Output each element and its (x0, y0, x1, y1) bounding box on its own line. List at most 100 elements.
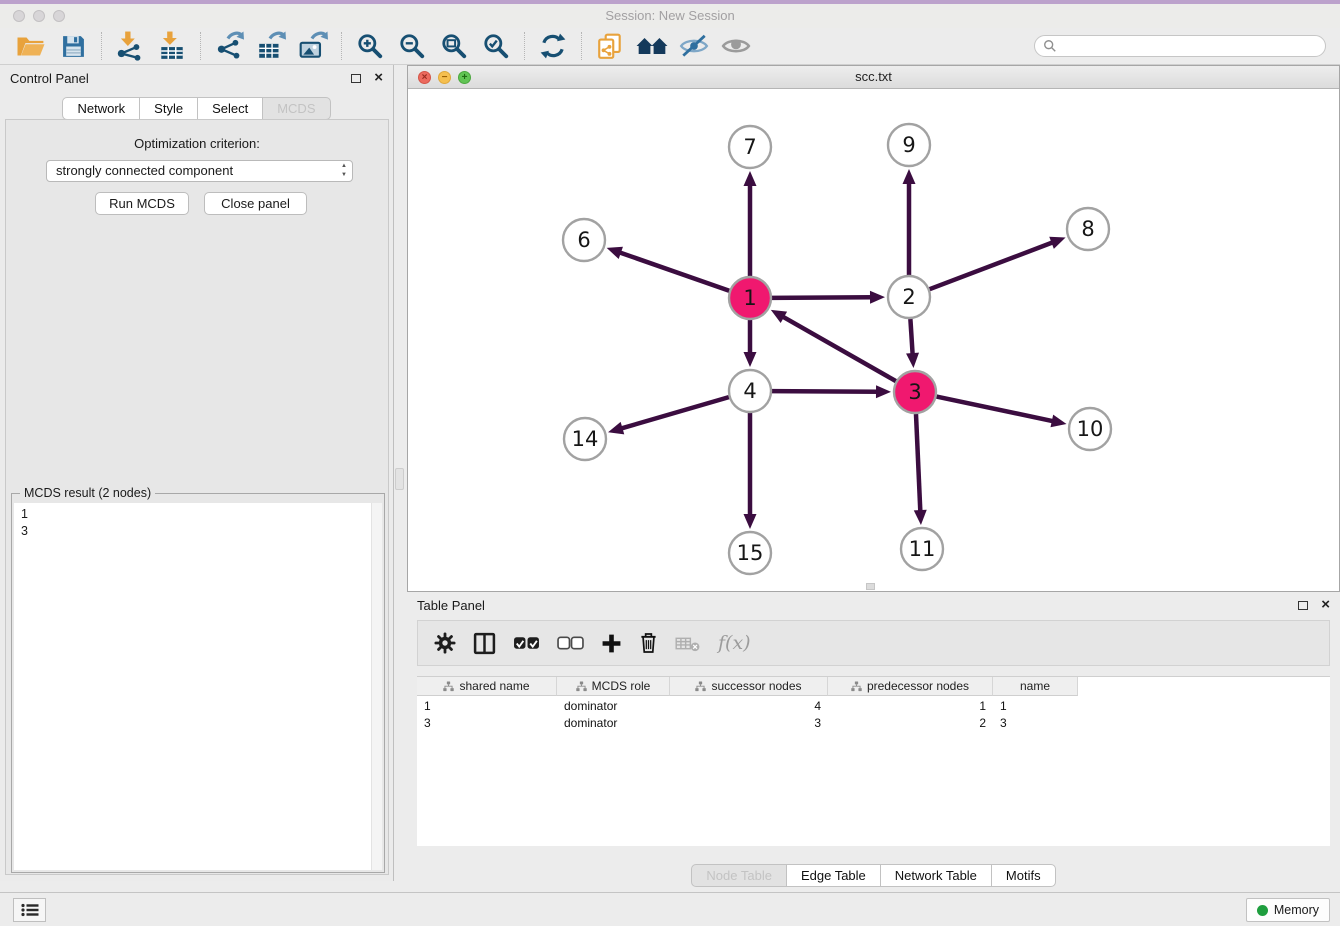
tab-edge-table[interactable]: Edge Table (786, 864, 881, 887)
table-panel-title: Table Panel (417, 598, 485, 613)
close-panel-icon[interactable]: × (374, 69, 383, 87)
edge-4-3[interactable] (772, 391, 879, 392)
import-network-icon[interactable] (109, 30, 151, 62)
cell[interactable]: 4 (670, 698, 828, 715)
edge-arrowhead-4-15 (744, 514, 757, 529)
export-table-icon[interactable] (250, 30, 292, 62)
add-column-plus-icon[interactable] (601, 628, 622, 658)
minimize-window-light[interactable] (33, 10, 45, 22)
node-label-15: 15 (737, 541, 764, 565)
edge-1-6[interactable] (618, 252, 729, 291)
delete-columns-trash-icon[interactable] (639, 628, 658, 658)
tab-style[interactable]: Style (139, 97, 198, 120)
import-table-icon[interactable] (151, 30, 193, 62)
table-row[interactable]: 3dominator323 (417, 715, 1078, 732)
close-panel-button[interactable]: Close panel (204, 192, 307, 215)
deselect-all-checkboxes-icon[interactable] (557, 628, 584, 658)
show-columns-icon[interactable] (473, 628, 496, 658)
column-tree-icon (695, 681, 706, 692)
zoom-fit-icon[interactable] (433, 30, 475, 62)
tab-network-table[interactable]: Network Table (880, 864, 992, 887)
refresh-view-icon[interactable] (532, 30, 574, 62)
zoom-out-icon[interactable] (391, 30, 433, 62)
zoom-in-icon[interactable] (349, 30, 391, 62)
maximize-view-light[interactable]: + (458, 71, 471, 84)
cell[interactable]: 3 (670, 715, 828, 732)
result-scrollbar[interactable] (371, 503, 382, 870)
open-session-folder-icon[interactable] (10, 30, 52, 62)
table-options-gear-icon[interactable] (434, 628, 456, 658)
mcds-tab-content: Optimization criterion: strongly connect… (5, 119, 389, 875)
network-canvas[interactable]: 7968124314101511 (408, 89, 1339, 591)
cell[interactable]: 3 (993, 715, 1078, 732)
table-panel: Table Panel × f(x) shared nameMCDS roles… (407, 592, 1340, 892)
cell[interactable]: 1 (417, 698, 557, 715)
tab-motifs[interactable]: Motifs (991, 864, 1056, 887)
memory-button[interactable]: Memory (1246, 898, 1330, 922)
show-all-networks-home-icon[interactable] (631, 30, 673, 62)
edge-3-10[interactable] (937, 397, 1055, 422)
mcds-result-textarea[interactable]: 1 3 (14, 503, 382, 870)
cell[interactable]: 1 (993, 698, 1078, 715)
column-header-predecessor-nodes[interactable]: predecessor nodes (828, 677, 993, 696)
edge-1-2[interactable] (772, 297, 873, 298)
view-splitter-grip[interactable] (866, 583, 875, 590)
cell[interactable]: dominator (557, 715, 670, 732)
select-all-checkboxes-icon[interactable] (513, 628, 540, 658)
save-session-icon[interactable] (52, 30, 94, 62)
open-in-cybrowser-icon[interactable] (589, 30, 631, 62)
task-history-button[interactable] (13, 898, 46, 922)
edge-2-8[interactable] (930, 242, 1055, 289)
edge-arrowhead-1-6 (607, 247, 623, 259)
table-header-row: shared nameMCDS rolesuccessor nodesprede… (417, 677, 1078, 696)
export-network-icon[interactable] (208, 30, 250, 62)
control-panel-tabs: NetworkStyleSelectMCDS (0, 97, 393, 120)
network-window-titlebar[interactable]: × − + scc.txt (408, 66, 1339, 89)
close-window-light[interactable] (13, 10, 25, 22)
node-label-2: 2 (902, 285, 915, 309)
edge-arrowhead-3-11 (914, 510, 927, 525)
edge-3-11[interactable] (916, 414, 920, 513)
edge-4-14[interactable] (620, 397, 729, 429)
tab-network[interactable]: Network (62, 97, 140, 120)
panel-splitter-grip[interactable] (395, 468, 404, 490)
cell[interactable]: 2 (828, 715, 993, 732)
column-header-shared-name[interactable]: shared name (417, 677, 557, 696)
show-hidden-eye-icon[interactable] (715, 30, 757, 62)
control-panel-title: Control Panel (10, 71, 89, 86)
maximize-window-light[interactable] (53, 10, 65, 22)
node-table[interactable]: shared nameMCDS rolesuccessor nodesprede… (417, 676, 1330, 846)
close-table-panel-icon[interactable]: × (1321, 596, 1330, 614)
mcds-result-title: MCDS result (2 nodes) (20, 486, 155, 500)
column-header-MCDS-role[interactable]: MCDS role (557, 677, 670, 696)
float-table-panel-icon[interactable] (1298, 601, 1308, 610)
column-header-successor-nodes[interactable]: successor nodes (670, 677, 828, 696)
toolbar-separator (200, 32, 201, 60)
edge-3-1[interactable] (781, 316, 896, 381)
status-bar: Memory (0, 892, 1340, 926)
cell[interactable]: dominator (557, 698, 670, 715)
tab-node-table[interactable]: Node Table (691, 864, 787, 887)
search-input[interactable] (1062, 39, 1317, 53)
tab-mcds[interactable]: MCDS (262, 97, 330, 120)
cell[interactable]: 3 (417, 715, 557, 732)
cell[interactable]: 1 (828, 698, 993, 715)
zoom-selected-icon[interactable] (475, 30, 517, 62)
float-panel-icon[interactable] (351, 74, 361, 83)
table-row[interactable]: 1dominator411 (417, 698, 1078, 715)
column-header-name[interactable]: name (993, 677, 1078, 696)
edge-arrowhead-2-9 (903, 169, 916, 184)
column-tree-icon (443, 681, 454, 692)
search-field[interactable] (1034, 35, 1326, 57)
export-image-icon[interactable] (292, 30, 334, 62)
network-view-title: scc.txt (408, 66, 1339, 88)
run-mcds-button[interactable]: Run MCDS (95, 192, 189, 215)
tab-select[interactable]: Select (197, 97, 263, 120)
minimize-view-light[interactable]: − (438, 71, 451, 84)
hide-selected-eye-slash-icon[interactable] (673, 30, 715, 62)
criterion-select[interactable]: strongly connected component ▲▼ (46, 160, 353, 182)
close-view-light[interactable]: × (418, 71, 431, 84)
network-graph: 7968124314101511 (408, 89, 1339, 591)
edge-arrowhead-1-4 (744, 352, 757, 367)
edge-2-3[interactable] (910, 319, 912, 356)
